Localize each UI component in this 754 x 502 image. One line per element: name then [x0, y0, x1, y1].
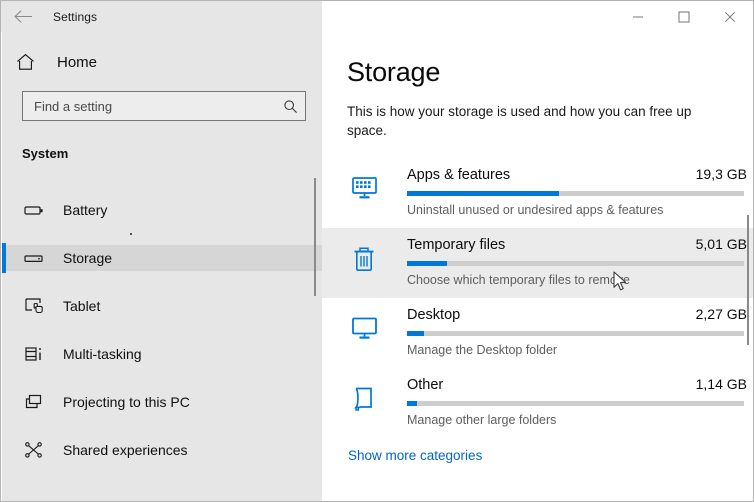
close-button[interactable] — [707, 2, 753, 32]
sidebar-item-multi-tasking[interactable]: Multi-tasking — [2, 341, 322, 367]
minimize-button[interactable] — [615, 2, 661, 32]
storage-category-header: Desktop 2,27 GB — [407, 306, 747, 323]
storage-usage-bar — [407, 401, 744, 406]
storage-category-row-other[interactable]: Other 1,14 GB Manage other large folders — [322, 368, 753, 438]
title-bar-left: Settings — [1, 1, 322, 32]
sidebar-item-label: Shared experiences — [63, 442, 188, 458]
home-icon — [16, 53, 46, 71]
back-arrow-icon — [13, 10, 32, 23]
sidebar-item-tablet[interactable]: Tablet — [2, 293, 322, 319]
folder-page-icon — [349, 386, 379, 416]
search-icon[interactable] — [275, 99, 305, 114]
desktop-monitor-icon — [349, 316, 379, 346]
storage-category-header: Apps & features 19,3 GB — [407, 166, 747, 183]
multitasking-icon — [22, 345, 46, 363]
home-label: Home — [57, 53, 98, 71]
maximize-button[interactable] — [661, 2, 707, 32]
storage-category-name: Apps & features — [407, 167, 511, 183]
storage-category-header: Other 1,14 GB — [407, 376, 747, 393]
storage-category-size: 5,01 GB — [695, 236, 747, 252]
page-description: This is how your storage is used and how… — [347, 104, 692, 138]
show-more-categories-link[interactable]: Show more categories — [348, 448, 482, 463]
shared-experiences-icon — [22, 441, 46, 459]
settings-window: Settings Home Find a setting System Batt… — [0, 0, 754, 502]
storage-usage-bar — [407, 261, 744, 266]
page-title: Storage — [347, 57, 441, 87]
back-button[interactable] — [1, 1, 45, 32]
tablet-icon — [22, 297, 46, 315]
storage-usage-bar — [407, 331, 744, 336]
storage-drive-icon — [22, 251, 46, 265]
storage-category-header: Temporary files 5,01 GB — [407, 236, 747, 253]
sidebar-item-shared-experiences[interactable]: Shared experiences — [2, 437, 322, 463]
projecting-icon — [22, 393, 46, 411]
storage-category-subtitle: Choose which temporary files to remove — [407, 273, 631, 287]
sidebar-section-header: System — [22, 146, 69, 161]
storage-usage-bar-fill — [407, 401, 418, 406]
storage-category-name: Temporary files — [407, 237, 506, 253]
sidebar-scrollbar-thumb[interactable] — [314, 178, 316, 296]
storage-category-size: 1,14 GB — [695, 376, 747, 392]
apps-monitor-icon — [349, 176, 379, 206]
main-content: Storage This is how your storage is used… — [322, 32, 753, 501]
battery-icon — [22, 203, 46, 217]
storage-category-row-temporary-files[interactable]: Temporary files 5,01 GB Choose which tem… — [322, 228, 753, 298]
window-controls — [322, 1, 753, 32]
minimize-icon — [633, 16, 643, 17]
storage-category-subtitle: Manage the Desktop folder — [407, 343, 558, 357]
window-title: Settings — [53, 9, 98, 24]
storage-category-body: Desktop 2,27 GB Manage the Desktop folde… — [407, 298, 747, 357]
search-box[interactable] — [22, 91, 306, 121]
storage-usage-bar-fill — [407, 261, 448, 266]
storage-category-body: Other 1,14 GB Manage other large folders — [407, 368, 747, 427]
title-bar: Settings — [1, 1, 753, 32]
storage-category-size: 19,3 GB — [695, 166, 747, 182]
storage-category-row-desktop[interactable]: Desktop 2,27 GB Manage the Desktop folde… — [322, 298, 753, 368]
storage-usage-bar-fill — [407, 191, 559, 196]
sidebar-item-home[interactable]: Home — [16, 43, 322, 81]
storage-usage-bar-fill — [407, 331, 424, 336]
maximize-icon — [678, 11, 690, 22]
storage-category-body: Temporary files 5,01 GB Choose which tem… — [407, 228, 747, 287]
storage-category-subtitle: Uninstall unused or undesired apps & fea… — [407, 203, 664, 217]
storage-category-name: Desktop — [407, 307, 461, 323]
sidebar-item-projecting-to-this-pc[interactable]: Projecting to this PC — [2, 389, 322, 415]
sidebar: Home System Batt — [2, 32, 322, 501]
sidebar-item-label: Storage — [63, 250, 113, 266]
sidebar-item-storage[interactable]: Storage — [2, 243, 322, 273]
storage-category-size: 2,27 GB — [695, 306, 747, 322]
storage-usage-bar — [407, 191, 744, 196]
storage-category-subtitle: Manage other large folders — [407, 413, 557, 427]
sidebar-item-label: Multi-tasking — [63, 346, 142, 362]
storage-category-list: Apps & features 19,3 GB Uninstall unused… — [322, 158, 753, 438]
selection-indicator — [2, 243, 6, 273]
storage-category-row-apps[interactable]: Apps & features 19,3 GB Uninstall unused… — [322, 158, 753, 228]
sidebar-item-battery[interactable]: Battery — [2, 197, 322, 223]
sidebar-nav-list: Battery Storage Tablet Multi-tasking Pro… — [2, 197, 322, 463]
storage-category-name: Other — [407, 377, 444, 393]
close-icon — [724, 11, 736, 22]
sidebar-item-label: Projecting to this PC — [63, 394, 190, 410]
sidebar-item-label: Battery — [63, 202, 108, 218]
storage-category-body: Apps & features 19,3 GB Uninstall unused… — [407, 158, 747, 217]
search-input[interactable] — [23, 92, 275, 120]
sidebar-item-label: Tablet — [63, 298, 101, 314]
trash-icon — [349, 246, 379, 276]
main-scrollbar-thumb[interactable] — [747, 215, 749, 345]
